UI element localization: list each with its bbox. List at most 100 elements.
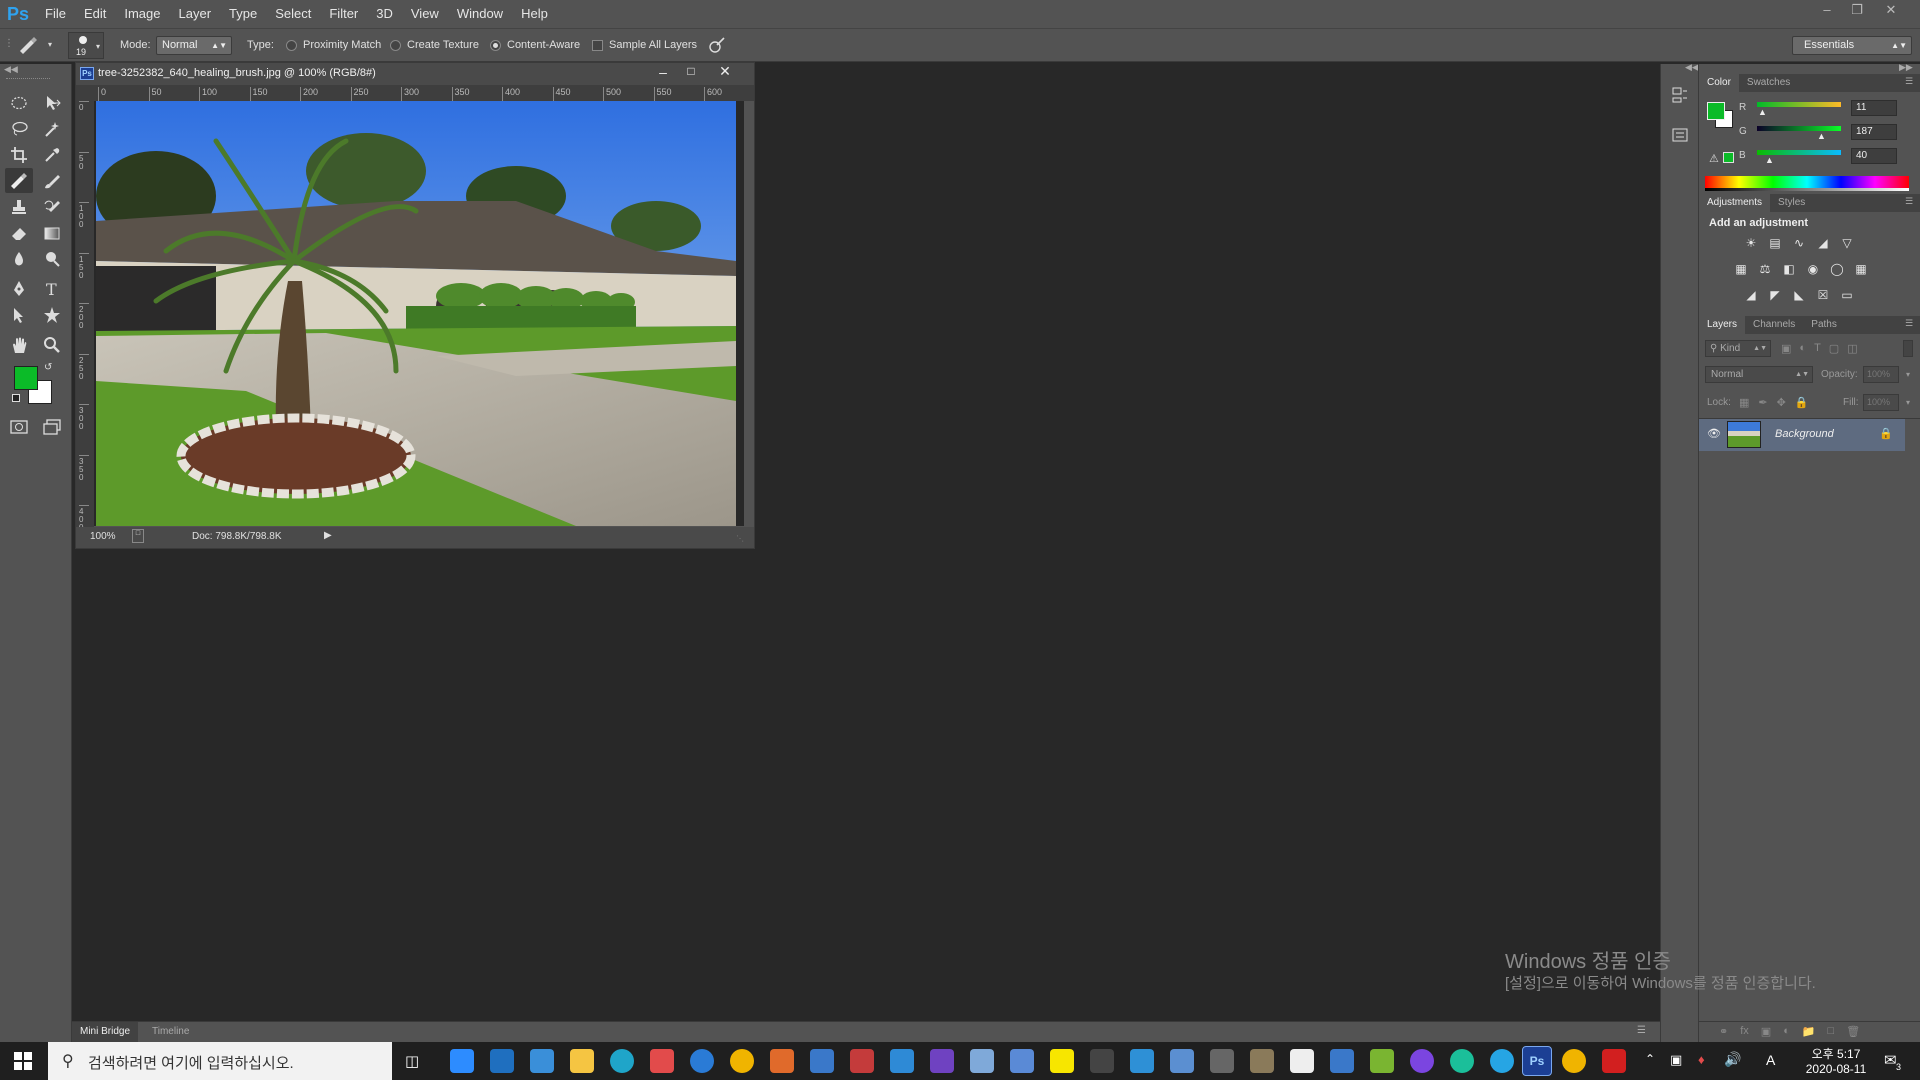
filter-toggle-switch[interactable]: [1903, 340, 1913, 357]
tab-swatches[interactable]: Swatches: [1739, 74, 1798, 92]
pressure-size-icon[interactable]: [708, 36, 726, 54]
workspace-select[interactable]: Essentials ▲▼: [1792, 36, 1912, 55]
app-icon-6[interactable]: [1010, 1049, 1034, 1073]
hand-tool-icon[interactable]: [5, 332, 33, 357]
pen-tool-icon[interactable]: [5, 276, 33, 301]
properties-panel-icon[interactable]: [1671, 126, 1689, 144]
canvas-area[interactable]: [94, 101, 744, 526]
default-colors-icon[interactable]: [12, 394, 20, 402]
share-icon[interactable]: □: [132, 529, 144, 543]
new-adjustment-layer-icon[interactable]: ◐: [1783, 1025, 1790, 1038]
tab-layers[interactable]: Layers: [1699, 316, 1746, 334]
spectrum-ramp[interactable]: [1705, 176, 1909, 188]
menu-filter[interactable]: Filter: [320, 0, 367, 28]
new-group-icon[interactable]: 📁: [1802, 1025, 1816, 1038]
menu-select[interactable]: Select: [266, 0, 320, 28]
sample-all-layers-checkbox[interactable]: [592, 40, 603, 51]
document-titlebar[interactable]: Ps tree-3252382_640_healing_brush.jpg @ …: [76, 63, 754, 85]
red-value-input[interactable]: 11: [1851, 100, 1897, 116]
grayscale-ramp[interactable]: [1705, 188, 1909, 191]
out-of-gamut-warning-icon[interactable]: ⚠: [1709, 152, 1719, 165]
color-lookup-icon[interactable]: ▦: [1853, 262, 1869, 276]
filter-type-icon[interactable]: T: [1814, 342, 1821, 355]
status-menu-arrow-icon[interactable]: ▶: [324, 530, 332, 541]
dodge-tool-icon[interactable]: [38, 246, 66, 271]
camera-app-icon[interactable]: [1210, 1049, 1234, 1073]
calculator-app-icon[interactable]: [490, 1049, 514, 1073]
panel-menu-icon[interactable]: ☰: [1905, 76, 1913, 87]
layer-row-background[interactable]: 👁 Background 🔒: [1699, 419, 1905, 451]
layer-filter-select[interactable]: ⚲ Kind ▲▼: [1705, 340, 1771, 357]
app-icon-10[interactable]: [1250, 1049, 1274, 1073]
type-tool-icon[interactable]: T: [38, 276, 66, 301]
resize-grip-icon[interactable]: ⋱: [736, 534, 748, 544]
restore-app-button[interactable]: ❐: [1842, 0, 1872, 20]
start-windows-icon[interactable]: [14, 1052, 32, 1070]
tab-adjustments[interactable]: Adjustments: [1699, 194, 1771, 212]
zoom-tool-icon[interactable]: [38, 332, 66, 357]
filter-smart-object-icon[interactable]: ◫: [1847, 342, 1857, 355]
notification-center-icon[interactable]: ✉: [1884, 1051, 1897, 1069]
eyedropper-tool-icon[interactable]: [38, 142, 66, 167]
screen-mode-icon[interactable]: [38, 414, 66, 439]
tab-channels[interactable]: Channels: [1745, 316, 1803, 334]
file-explorer-icon[interactable]: [570, 1049, 594, 1073]
swap-colors-icon[interactable]: ↺: [44, 362, 52, 373]
internet-explorer-icon[interactable]: [690, 1049, 714, 1073]
marquee-tool-icon[interactable]: [5, 90, 33, 115]
app-icon-3[interactable]: [810, 1049, 834, 1073]
red-slider-track[interactable]: [1757, 102, 1841, 107]
tab-timeline[interactable]: Timeline: [146, 1022, 195, 1042]
chevron-down-icon[interactable]: ▾: [1901, 366, 1915, 383]
exposure-icon[interactable]: ◢: [1815, 236, 1831, 250]
quick-mask-icon[interactable]: [5, 414, 33, 439]
radio-content-aware[interactable]: [490, 40, 501, 51]
eraser-tool-icon[interactable]: [5, 220, 33, 245]
close-app-button[interactable]: ✕: [1876, 0, 1906, 20]
add-mask-icon[interactable]: ▣: [1761, 1025, 1771, 1038]
menu-3d[interactable]: 3D: [367, 0, 402, 28]
task-view-icon[interactable]: ◫: [405, 1052, 419, 1070]
clone-stamp-tool-icon[interactable]: [5, 194, 33, 219]
delete-layer-icon[interactable]: 🗑: [1846, 1025, 1860, 1038]
menu-window[interactable]: Window: [448, 0, 512, 28]
chrome-taskbar-icon[interactable]: [1562, 1049, 1586, 1073]
opacity-input[interactable]: 100%: [1863, 366, 1899, 383]
tab-mini-bridge[interactable]: Mini Bridge: [72, 1022, 139, 1042]
kakaotalk-icon[interactable]: [1050, 1049, 1074, 1073]
move-tool-icon[interactable]: [38, 90, 66, 115]
tab-color[interactable]: Color: [1699, 74, 1739, 92]
jw-app-icon[interactable]: [930, 1049, 954, 1073]
history-brush-tool-icon[interactable]: [38, 194, 66, 219]
menu-file[interactable]: File: [36, 0, 75, 28]
green-value-input[interactable]: 187: [1851, 124, 1897, 140]
menu-help[interactable]: Help: [512, 0, 557, 28]
tray-app-icon[interactable]: ♦: [1698, 1052, 1705, 1067]
levels-icon[interactable]: ▤: [1767, 236, 1783, 250]
history-panel-icon[interactable]: [1671, 86, 1689, 104]
minimize-document-button[interactable]: –: [652, 64, 674, 82]
lasso-tool-icon[interactable]: [5, 116, 33, 141]
mail-app-icon[interactable]: [530, 1049, 554, 1073]
app-icon-14[interactable]: [1410, 1049, 1434, 1073]
blue-value-input[interactable]: 40: [1851, 148, 1897, 164]
chrome-browser-icon[interactable]: [730, 1049, 754, 1073]
app-icon-15[interactable]: [1450, 1049, 1474, 1073]
taskbar-search-box[interactable]: ⚲ 검색하려면 여기에 입력하십시오.: [48, 1042, 392, 1080]
magic-wand-tool-icon[interactable]: [38, 116, 66, 141]
app-icon-1[interactable]: [650, 1049, 674, 1073]
app-icon-16[interactable]: [1490, 1049, 1514, 1073]
expand-arrows-icon[interactable]: ◀◀: [1685, 62, 1699, 73]
brush-tool-icon[interactable]: [38, 168, 66, 193]
app-icon-5[interactable]: [970, 1049, 994, 1073]
brightness-contrast-icon[interactable]: ☀: [1743, 236, 1759, 250]
custom-shape-tool-icon[interactable]: [38, 302, 66, 327]
zoom-level[interactable]: 100%: [90, 531, 116, 542]
path-selection-tool-icon[interactable]: [5, 302, 33, 327]
filter-pixel-icon[interactable]: ▣: [1781, 342, 1791, 355]
tab-styles[interactable]: Styles: [1770, 194, 1813, 212]
green-slider-track[interactable]: [1757, 126, 1841, 131]
app-icon-8[interactable]: [1130, 1049, 1154, 1073]
filter-adjustment-icon[interactable]: ◐: [1799, 342, 1806, 355]
blur-tool-icon[interactable]: [5, 246, 33, 271]
